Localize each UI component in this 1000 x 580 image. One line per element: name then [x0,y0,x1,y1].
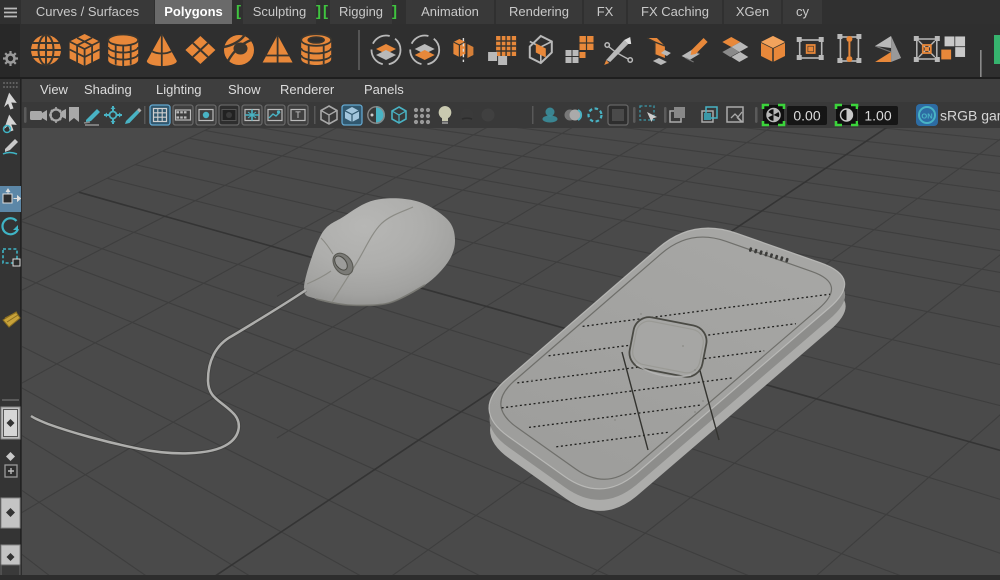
svg-text:0.00: 0.00 [793,108,820,124]
svg-text:sRGB gam: sRGB gam [940,108,1000,124]
svg-text:T: T [295,110,301,120]
svg-text:1.00: 1.00 [864,108,891,124]
svg-text:ON: ON [921,112,932,121]
